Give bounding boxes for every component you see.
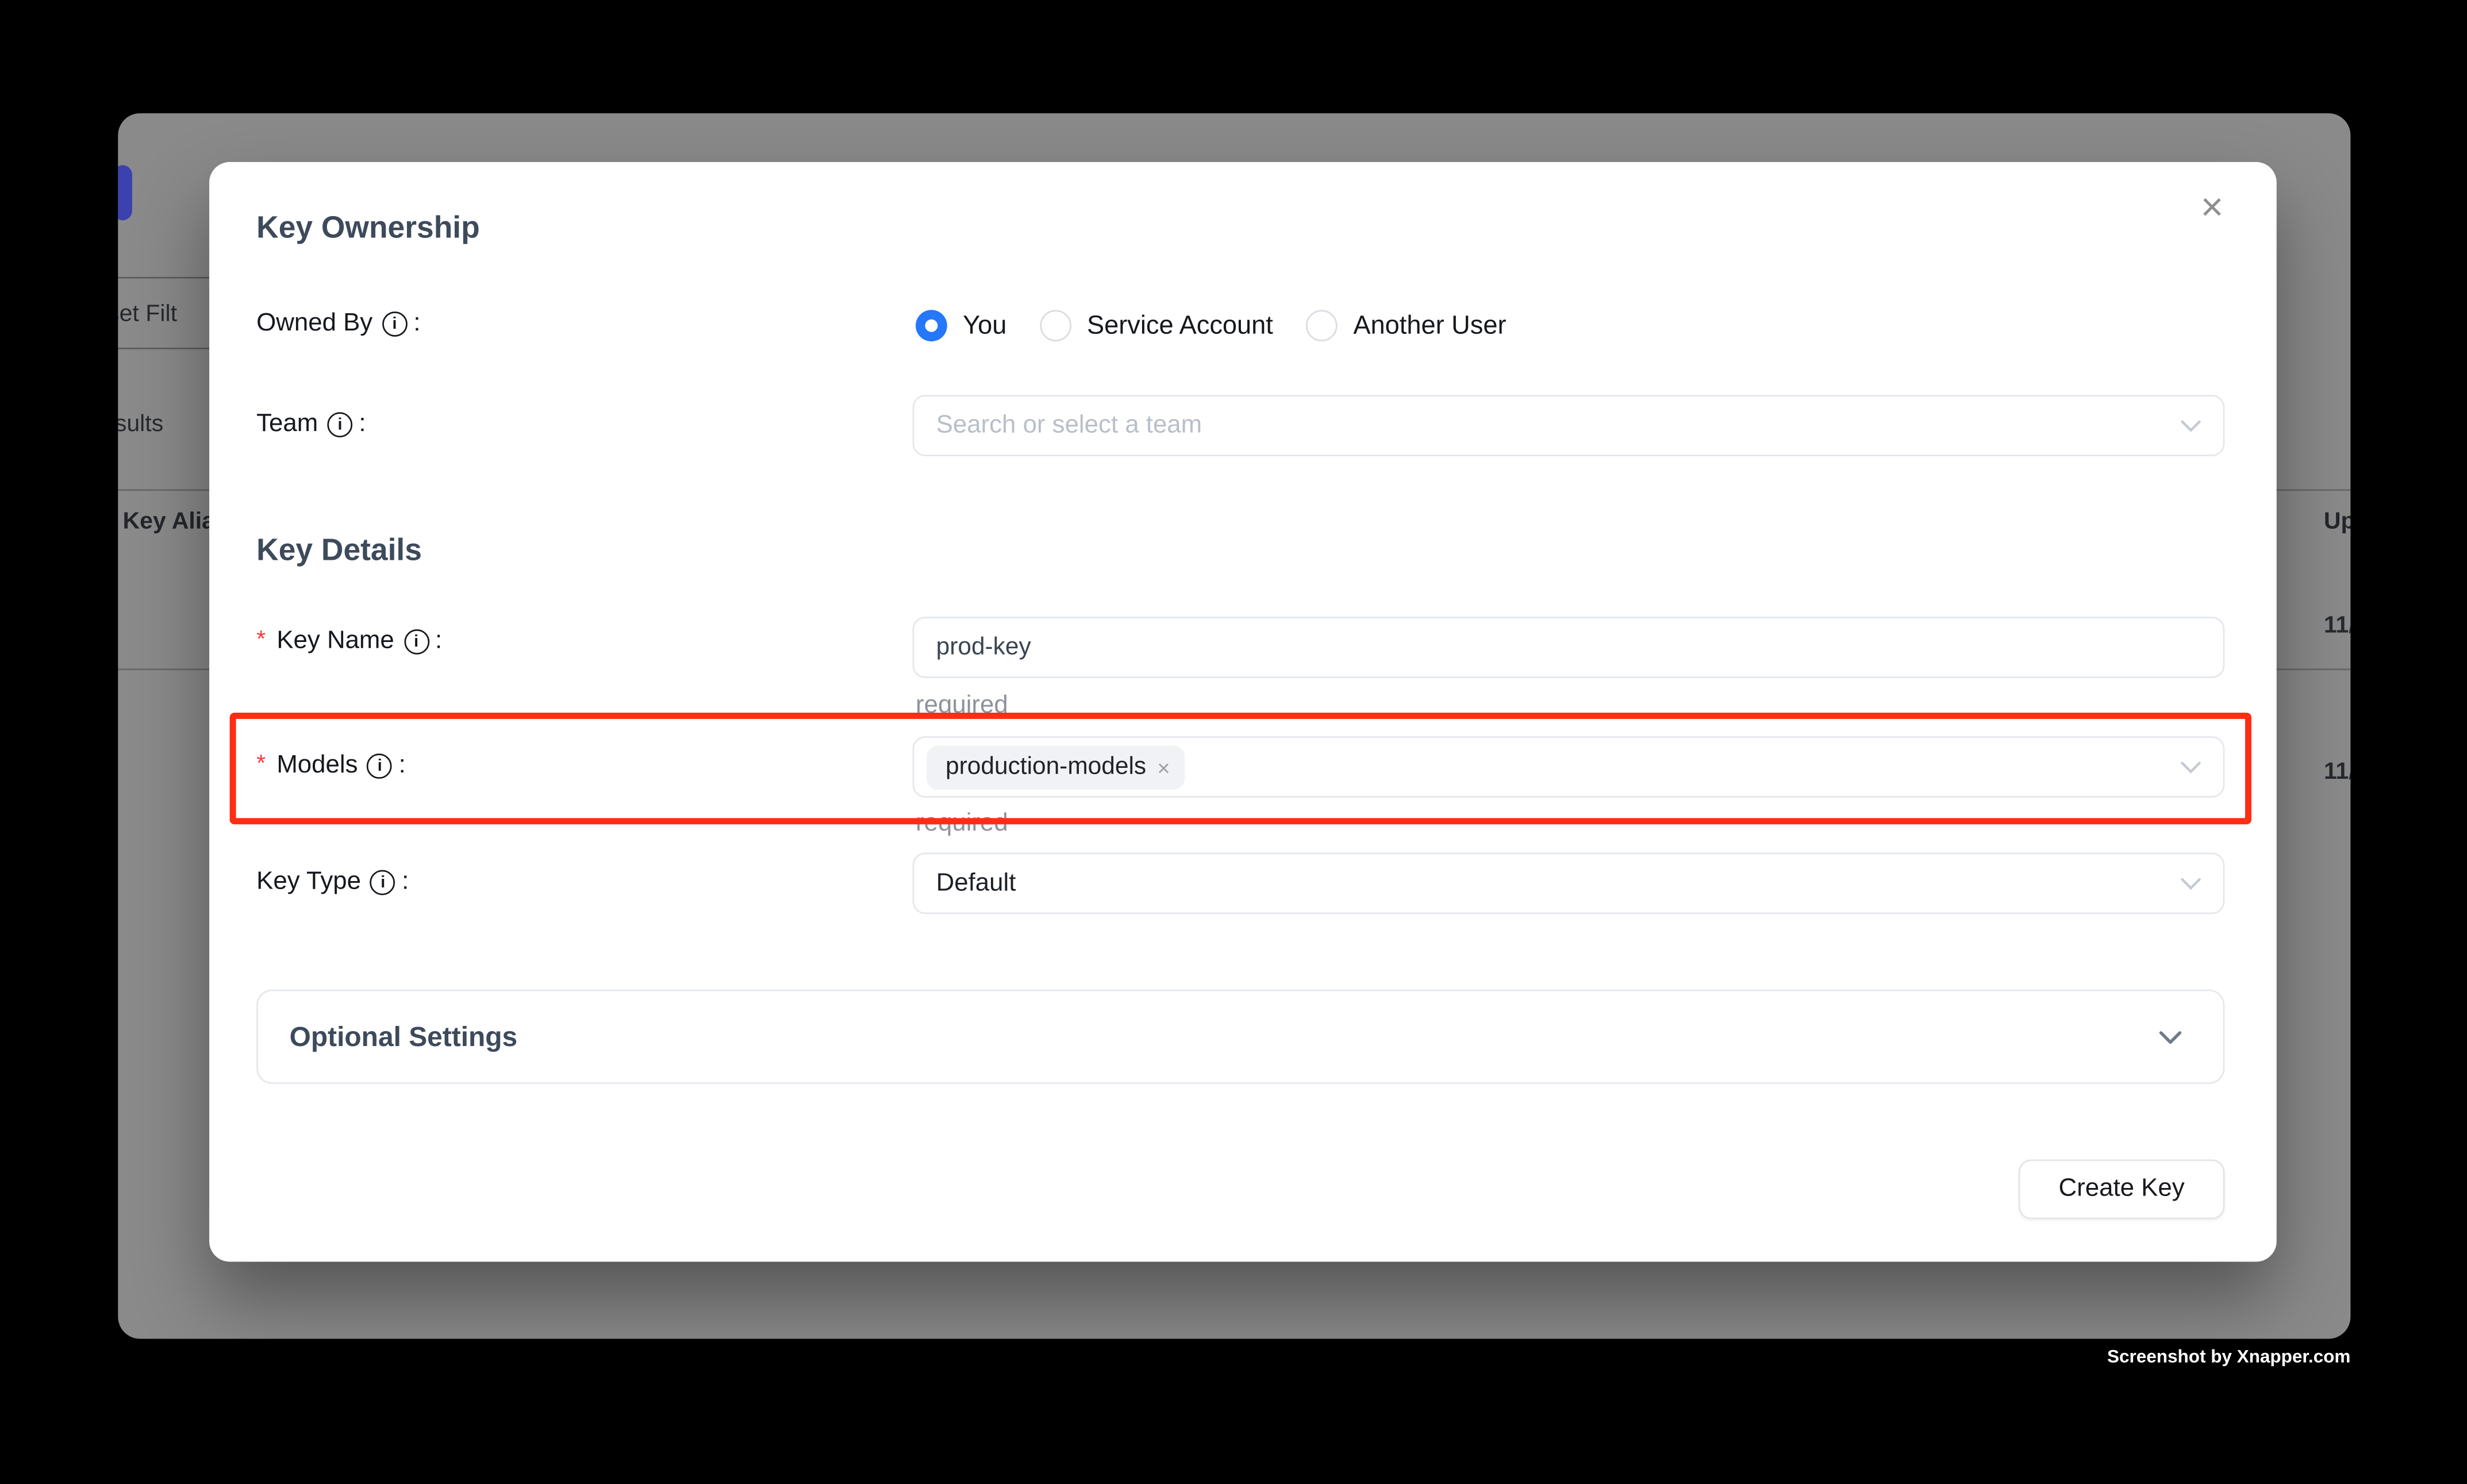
info-icon: i: [370, 870, 395, 895]
radio-option-another-user[interactable]: Another User: [1306, 310, 1506, 341]
chevron-down-icon: [2158, 1029, 2182, 1044]
team-label-text: Team: [256, 410, 318, 439]
team-select-placeholder: Search or select a team: [936, 412, 1202, 440]
info-icon: i: [367, 753, 393, 779]
selected-model-tag: production-models ×: [927, 745, 1184, 789]
background-blue-button-fragment: [118, 165, 132, 220]
key-name-input[interactable]: [913, 617, 2225, 678]
section-title-key-details: Key Details: [256, 533, 422, 570]
radio-unselected-icon[interactable]: [1306, 310, 1338, 341]
chevron-down-icon: [2181, 419, 2201, 432]
radio-label: Service Account: [1087, 311, 1273, 341]
create-key-modal: × Key Ownership Owned By i : You Service…: [209, 162, 2277, 1262]
owned-by-radio-group: You Service Account Another User: [916, 310, 1506, 341]
colon: :: [402, 868, 409, 897]
model-tag-label: production-models: [946, 753, 1146, 781]
required-asterisk: *: [256, 625, 266, 652]
colon: :: [399, 752, 406, 780]
key-name-label-text: Key Name: [276, 628, 394, 656]
models-select[interactable]: production-models ×: [913, 736, 2225, 798]
owned-by-label-text: Owned By: [256, 310, 372, 338]
owned-by-label: Owned By i :: [256, 310, 420, 338]
key-name-label: * Key Name i :: [256, 628, 442, 656]
models-label: * Models i :: [256, 752, 406, 780]
reset-filters-label: eset Filt: [118, 299, 177, 326]
table-header-updated: Up: [2324, 508, 2351, 535]
optional-settings-expander[interactable]: Optional Settings: [256, 990, 2224, 1084]
colon: :: [435, 628, 442, 656]
radio-unselected-icon[interactable]: [1040, 310, 1071, 341]
optional-settings-title: Optional Settings: [290, 1020, 518, 1053]
radio-selected-icon[interactable]: [916, 310, 947, 341]
info-icon: i: [382, 312, 408, 337]
required-asterisk: *: [256, 749, 266, 776]
table-row-date: 11/: [2324, 612, 2351, 639]
radio-label: You: [963, 311, 1006, 341]
key-type-label-text: Key Type: [256, 868, 361, 897]
team-select[interactable]: Search or select a team: [913, 395, 2225, 456]
section-title-key-ownership: Key Ownership: [256, 211, 480, 247]
create-key-button[interactable]: Create Key: [2019, 1159, 2225, 1219]
radio-option-service-account[interactable]: Service Account: [1040, 310, 1273, 341]
radio-option-you[interactable]: You: [916, 310, 1006, 341]
remove-tag-icon[interactable]: ×: [1157, 754, 1170, 779]
table-row-date: 11/: [2324, 758, 2351, 785]
chevron-down-icon: [2181, 877, 2201, 890]
table-header-key-alias: Key Alia: [123, 508, 216, 535]
info-icon: i: [404, 629, 429, 655]
key-type-select[interactable]: Default: [913, 853, 2225, 914]
create-key-label: Create Key: [2059, 1175, 2185, 1204]
models-validation-message: required: [916, 810, 1008, 839]
watermark-text: Screenshot by Xnapper.com: [2107, 1348, 2350, 1367]
colon: :: [359, 410, 366, 439]
results-count-fragment: sults: [118, 410, 163, 437]
key-name-validation-message: required: [916, 692, 1008, 720]
key-type-value: Default: [936, 869, 1016, 897]
info-icon: i: [328, 412, 353, 437]
close-icon[interactable]: ×: [2188, 184, 2235, 231]
chevron-down-icon: [2181, 760, 2201, 773]
models-label-text: Models: [276, 752, 358, 780]
radio-label: Another User: [1353, 311, 1506, 341]
team-label: Team i :: [256, 410, 366, 439]
key-type-label: Key Type i :: [256, 868, 409, 897]
screenshot-stage: eset Filt sults Key Alia Up 11/ 11/ × Ke…: [0, 0, 2467, 1483]
colon: :: [413, 310, 420, 338]
